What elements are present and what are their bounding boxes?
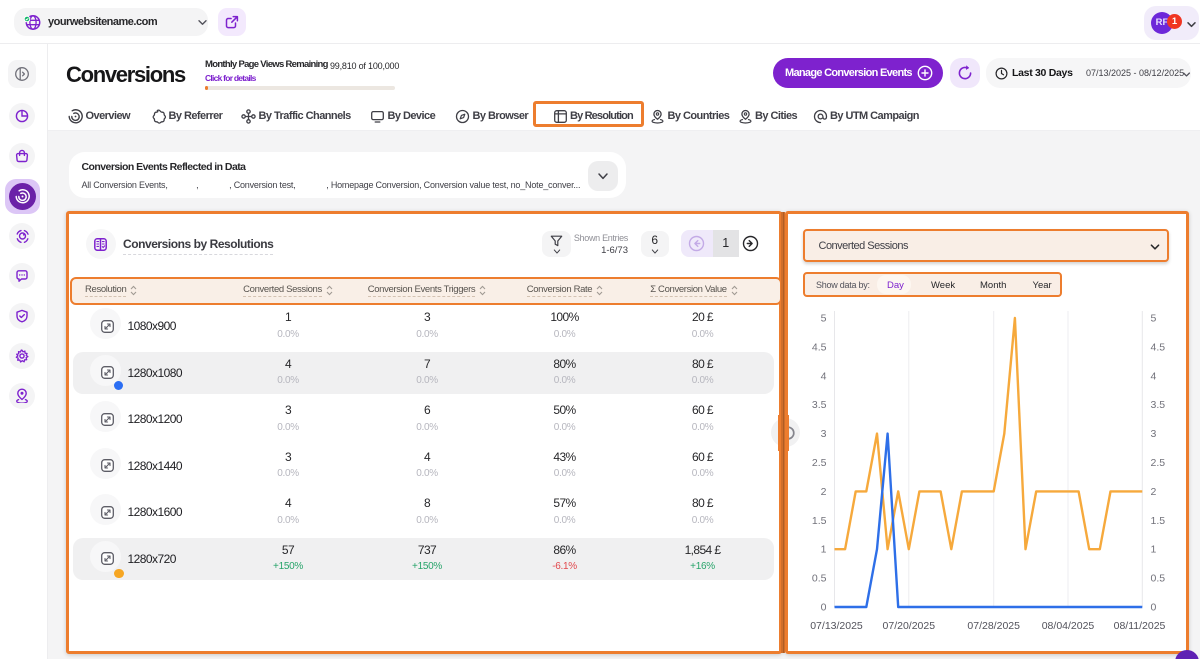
- svg-text:2: 2: [1150, 486, 1156, 498]
- svg-text:0: 0: [1150, 602, 1156, 614]
- svg-text:4: 4: [820, 370, 826, 382]
- svg-text:07/28/2025: 07/28/2025: [967, 620, 1020, 632]
- svg-text:08/11/2025: 08/11/2025: [1113, 620, 1165, 632]
- svg-text:1: 1: [1150, 544, 1156, 556]
- svg-text:3.5: 3.5: [811, 399, 826, 411]
- svg-text:3: 3: [820, 428, 826, 440]
- svg-text:2.5: 2.5: [1150, 457, 1165, 469]
- svg-text:07/20/2025: 07/20/2025: [882, 620, 935, 632]
- svg-text:5: 5: [1150, 313, 1156, 325]
- svg-text:5: 5: [820, 313, 826, 325]
- svg-text:0.5: 0.5: [811, 573, 826, 585]
- svg-text:1.5: 1.5: [811, 515, 826, 527]
- svg-text:07/13/2025: 07/13/2025: [810, 620, 863, 632]
- svg-text:08/04/2025: 08/04/2025: [1041, 620, 1094, 632]
- svg-text:3.5: 3.5: [1150, 399, 1165, 411]
- svg-text:4: 4: [1150, 370, 1156, 382]
- svg-text:2: 2: [820, 486, 826, 498]
- svg-text:1.5: 1.5: [1150, 515, 1165, 527]
- svg-text:4.5: 4.5: [1150, 341, 1165, 353]
- svg-text:0: 0: [820, 602, 826, 614]
- svg-text:2.5: 2.5: [811, 457, 826, 469]
- svg-text:1: 1: [820, 544, 826, 556]
- svg-text:4.5: 4.5: [811, 341, 826, 353]
- svg-text:3: 3: [1150, 428, 1156, 440]
- svg-text:0.5: 0.5: [1150, 573, 1165, 585]
